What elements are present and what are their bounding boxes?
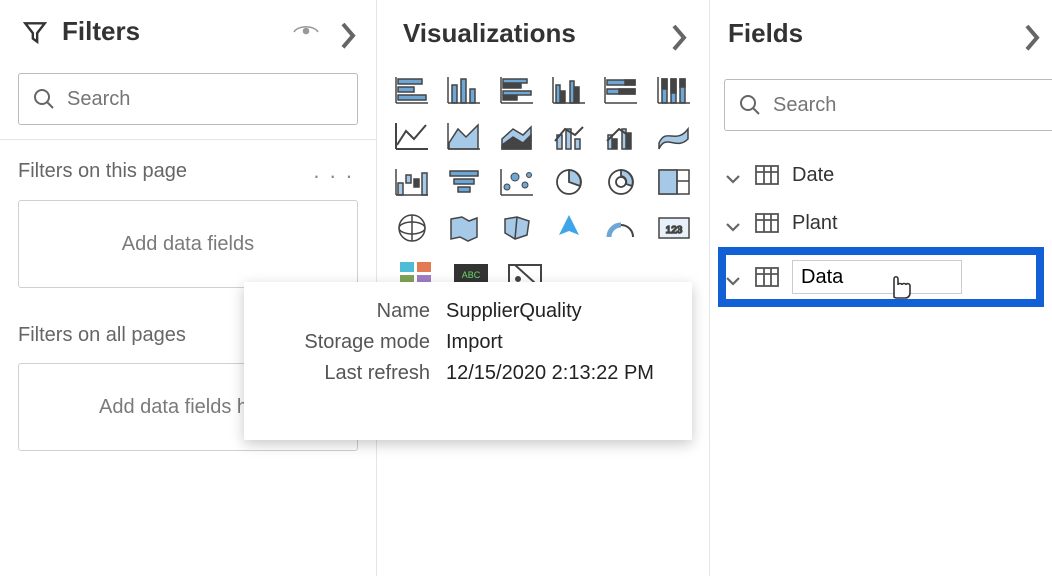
filters-header: Filters	[0, 0, 376, 63]
more-options-button[interactable]: . . .	[313, 158, 354, 184]
stacked-area-chart-icon[interactable]	[497, 119, 537, 153]
ribbon-chart-icon[interactable]	[654, 119, 694, 153]
fields-title: Fields	[728, 18, 803, 49]
clustered-column-chart-icon[interactable]	[549, 73, 589, 107]
hundred-percent-bar-icon[interactable]	[601, 73, 641, 107]
fields-search-input[interactable]	[773, 94, 1038, 117]
chevron-down-icon	[724, 168, 742, 182]
svg-text:123: 123	[665, 225, 682, 236]
drop-target-this-page[interactable]: Add data fields	[18, 200, 358, 288]
hundred-percent-column-icon[interactable]	[654, 73, 694, 107]
preview-icon[interactable]	[292, 23, 320, 41]
filled-map-icon[interactable]	[444, 211, 484, 245]
table-icon	[754, 212, 780, 234]
table-icon	[754, 266, 780, 288]
table-rename-input[interactable]	[792, 260, 962, 294]
scatter-chart-icon[interactable]	[497, 165, 537, 199]
tooltip-refresh-label: Last refresh	[266, 362, 446, 385]
area-chart-icon[interactable]	[444, 119, 484, 153]
funnel-icon	[22, 17, 48, 47]
table-icon	[754, 164, 780, 186]
chevron-down-icon	[724, 216, 742, 230]
treemap-chart-icon[interactable]	[654, 165, 694, 199]
visualizations-title: Visualizations	[403, 18, 576, 49]
donut-chart-icon[interactable]	[601, 165, 641, 199]
collapse-filters-button[interactable]	[338, 19, 358, 45]
waterfall-chart-icon[interactable]	[392, 165, 432, 199]
table-name: Plant	[792, 212, 838, 235]
chevron-down-icon	[724, 270, 742, 284]
funnel-chart-icon[interactable]	[444, 165, 484, 199]
search-icon	[33, 88, 55, 110]
section-title: Filters on this page	[18, 160, 187, 183]
tooltip-name-value: SupplierQuality	[446, 300, 582, 323]
card-visual-icon[interactable]: 123	[654, 211, 694, 245]
table-row-editing[interactable]	[724, 253, 1052, 301]
stacked-column-chart-icon[interactable]	[444, 73, 484, 107]
line-chart-icon[interactable]	[392, 119, 432, 153]
clustered-bar-chart-icon[interactable]	[497, 73, 537, 107]
search-icon	[739, 94, 761, 116]
azure-map-icon[interactable]	[549, 211, 589, 245]
gauge-chart-icon[interactable]	[601, 211, 641, 245]
table-name: Date	[792, 164, 834, 187]
collapse-fields-button[interactable]	[1022, 21, 1042, 47]
line-and-stacked-column-icon[interactable]	[549, 119, 589, 153]
shape-map-icon[interactable]	[497, 211, 537, 245]
visualizations-palette: 123	[377, 69, 709, 245]
drop-target-text: Add data fields	[122, 233, 254, 256]
filters-search[interactable]	[18, 73, 358, 125]
tooltip-mode-value: Import	[446, 331, 503, 354]
svg-text:ABC: ABC	[462, 270, 481, 280]
section-filters-this-page: Filters on this page . . .	[0, 140, 376, 194]
section-title: Filters on all pages	[18, 324, 186, 347]
tables-list: Date Plant	[710, 145, 1052, 301]
fields-pane: Fields	[710, 0, 1052, 576]
fields-search[interactable]	[724, 79, 1052, 131]
table-row[interactable]: Plant	[724, 199, 1052, 247]
pie-chart-icon[interactable]	[549, 165, 589, 199]
tooltip-mode-label: Storage mode	[266, 331, 446, 354]
table-row[interactable]: Date	[724, 151, 1052, 199]
filters-search-input[interactable]	[67, 88, 343, 111]
tooltip-name-label: Name	[266, 300, 446, 323]
collapse-visualizations-button[interactable]	[669, 21, 689, 47]
map-icon[interactable]	[392, 211, 432, 245]
tooltip-refresh-value: 12/15/2020 2:13:22 PM	[446, 362, 654, 385]
table-tooltip: Name SupplierQuality Storage mode Import…	[244, 282, 692, 440]
line-and-clustered-column-icon[interactable]	[601, 119, 641, 153]
stacked-bar-chart-icon[interactable]	[392, 73, 432, 107]
filters-title: Filters	[62, 16, 140, 47]
